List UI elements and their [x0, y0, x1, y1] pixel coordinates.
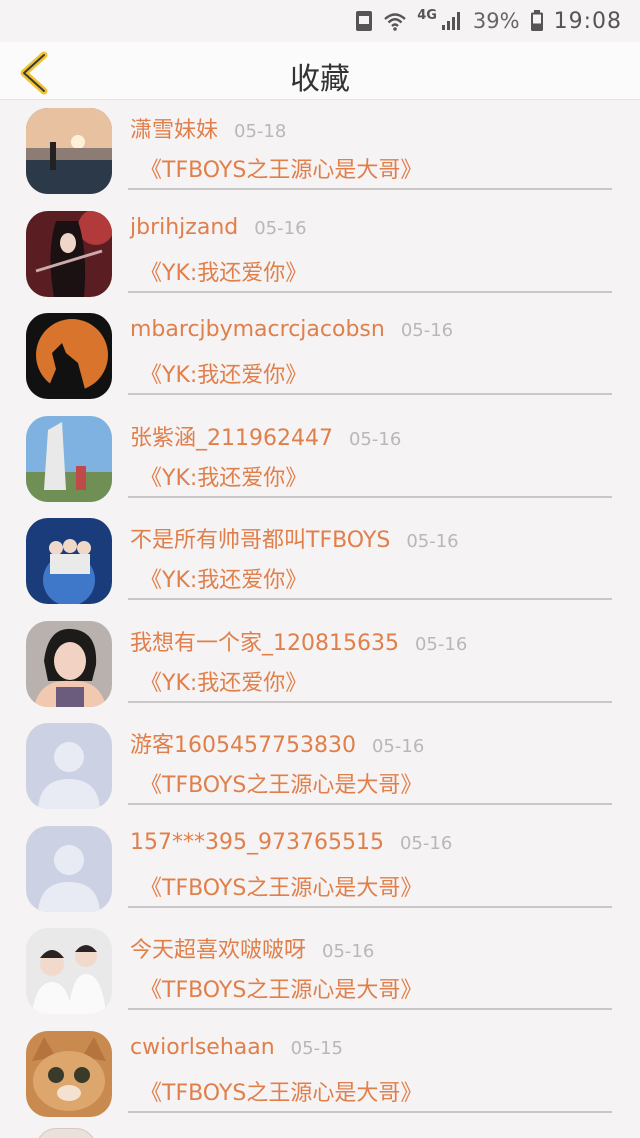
- list-item[interactable]: cwiorlsehaan 05-15 《TFBOYS之王源心是大哥》: [0, 1023, 640, 1126]
- date-label: 05-15: [290, 1037, 343, 1059]
- story-title-link[interactable]: 《TFBOYS之王源心是大哥》: [140, 767, 422, 799]
- divider: [128, 495, 612, 498]
- divider: [128, 803, 612, 805]
- divider: [128, 188, 612, 190]
- date-label: 05-16: [414, 633, 468, 655]
- username[interactable]: 今天超喜欢啵啵呀: [130, 938, 306, 963]
- howling-wolf-avatar[interactable]: [26, 313, 112, 399]
- date-label: 05-16: [254, 217, 307, 239]
- story-title-link[interactable]: 《TFBOYS之王源心是大哥》: [140, 972, 422, 1004]
- divider: [128, 1008, 612, 1010]
- username[interactable]: 游客1605457753830: [130, 733, 356, 758]
- list-item[interactable]: 157***395_973765515 05-16 《TFBOYS之王源心是大哥》: [0, 818, 640, 921]
- divider: [128, 290, 612, 293]
- default-user-avatar[interactable]: [26, 723, 112, 809]
- username[interactable]: 157***395_973765515: [130, 830, 384, 855]
- date-label: 05-18: [234, 121, 287, 142]
- anime-girl-avatar[interactable]: [26, 210, 112, 297]
- next-item-avatar-partial: [36, 1128, 96, 1138]
- story-title-link[interactable]: 《TFBOYS之王源心是大哥》: [140, 870, 422, 902]
- date-label: 05-16: [348, 428, 402, 450]
- list-item[interactable]: mbarcjbymacrcjacobsn 05-16 《YK:我还爱你》: [0, 305, 640, 408]
- page-title: 收藏: [290, 62, 350, 97]
- story-title-link[interactable]: 《YK:我还爱你》: [140, 357, 307, 389]
- username[interactable]: mbarcjbymacrcjacobsn: [130, 317, 385, 342]
- username[interactable]: cwiorlsehaan: [130, 1035, 275, 1060]
- band-stage-avatar[interactable]: [26, 518, 112, 604]
- landmark-photo-avatar[interactable]: [26, 415, 112, 502]
- username[interactable]: 不是所有帅哥都叫TFBOYS: [130, 528, 390, 553]
- list-item[interactable]: 游客1605457753830 05-16 《TFBOYS之王源心是大哥》: [0, 715, 640, 818]
- divider: [128, 393, 612, 395]
- date-label: 05-16: [399, 832, 453, 854]
- divider: [128, 905, 612, 908]
- status-bar: 4G 39% 19:08: [0, 0, 640, 42]
- header-bar: 收藏: [0, 42, 640, 100]
- username[interactable]: 张紫涵_211962447: [130, 426, 333, 451]
- list-item[interactable]: jbrihjzand 05-16 《YK:我还爱你》: [0, 203, 640, 306]
- divider: [128, 1110, 612, 1113]
- boys-photo-avatar[interactable]: [26, 928, 112, 1014]
- story-title-link[interactable]: 《YK:我还爱你》: [140, 460, 307, 492]
- favorites-list: 潇雪妹妹 05-18 《TFBOYS之王源心是大哥》 jbrihjzand 05-1…: [0, 100, 640, 1125]
- signal-icon: [441, 11, 463, 31]
- date-label: 05-16: [400, 320, 454, 341]
- wifi-icon: [383, 11, 407, 31]
- username[interactable]: 潇雪妹妹: [130, 118, 218, 143]
- network-type-label: 4G: [417, 7, 437, 23]
- list-item[interactable]: 我想有一个家_120815635 05-16 《YK:我还爱你》: [0, 613, 640, 716]
- username[interactable]: jbrihjzand: [130, 215, 238, 240]
- date-label: 05-16: [322, 941, 375, 962]
- username[interactable]: 我想有一个家_120815635: [130, 631, 399, 656]
- divider: [128, 598, 612, 600]
- default-user-avatar[interactable]: [26, 825, 112, 912]
- screenshot-notification-icon: [355, 10, 373, 32]
- date-label: 05-16: [406, 531, 459, 552]
- story-title-link[interactable]: 《YK:我还爱你》: [140, 665, 307, 697]
- story-title-link[interactable]: 《TFBOYS之王源心是大哥》: [140, 152, 422, 184]
- battery-icon: [530, 10, 544, 32]
- battery-percentage: 39%: [472, 9, 520, 33]
- clock: 19:08: [553, 8, 622, 34]
- cat-face-avatar[interactable]: [26, 1030, 112, 1117]
- date-label: 05-16: [371, 736, 425, 757]
- girl-photo-avatar[interactable]: [26, 620, 112, 707]
- list-item[interactable]: 张紫涵_211962447 05-16 《YK:我还爱你》: [0, 408, 640, 511]
- list-item[interactable]: 潇雪妹妹 05-18 《TFBOYS之王源心是大哥》: [0, 100, 640, 203]
- list-item[interactable]: 今天超喜欢啵啵呀 05-16 《TFBOYS之王源心是大哥》: [0, 920, 640, 1023]
- story-title-link[interactable]: 《YK:我还爱你》: [140, 562, 307, 594]
- story-title-link[interactable]: 《TFBOYS之王源心是大哥》: [140, 1075, 422, 1107]
- list-item[interactable]: 不是所有帅哥都叫TFBOYS 05-16 《YK:我还爱你》: [0, 510, 640, 613]
- divider: [128, 700, 612, 703]
- sunset-photo-avatar[interactable]: [26, 108, 112, 194]
- story-title-link[interactable]: 《YK:我还爱你》: [140, 255, 307, 287]
